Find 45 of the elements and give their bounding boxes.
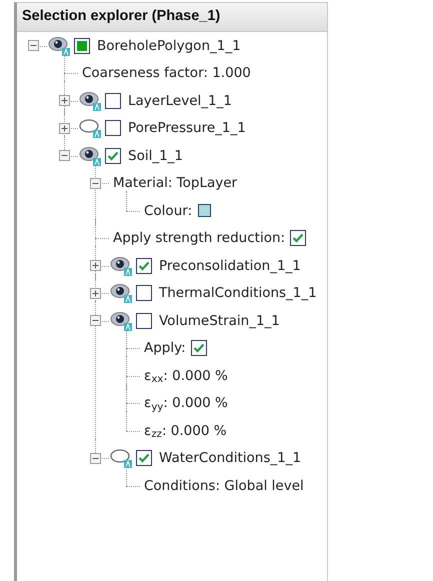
eye-outline-icon[interactable] bbox=[110, 448, 134, 468]
checkbox[interactable] bbox=[136, 258, 152, 274]
property-text: Conditions: Global level bbox=[144, 476, 304, 496]
node-label[interactable]: Material: TopLayer bbox=[113, 173, 238, 194]
eye-icon[interactable] bbox=[110, 256, 134, 276]
checkbox[interactable] bbox=[74, 38, 90, 54]
property-text: Apply strength reduction: bbox=[113, 229, 286, 248]
property-text: ε$_{xx}$: 0.000 % bbox=[144, 366, 228, 386]
node-label[interactable]: BoreholePolygon_1_1 bbox=[97, 36, 241, 56]
expand-toggle-icon[interactable] bbox=[90, 260, 100, 272]
eye-outline-icon[interactable] bbox=[79, 118, 103, 138]
checkbox[interactable] bbox=[105, 92, 121, 109]
node-label[interactable]: PorePressure_1_1 bbox=[128, 118, 246, 138]
node-label[interactable]: Soil_1_1 bbox=[128, 146, 184, 166]
collapse-toggle-icon[interactable] bbox=[28, 40, 38, 52]
checkbox[interactable] bbox=[290, 230, 306, 246]
node-label[interactable]: WaterConditions_1_1 bbox=[159, 448, 302, 468]
expand-toggle-icon[interactable] bbox=[58, 122, 70, 134]
property-text: ε$_{yy}$: 0.000 % bbox=[144, 394, 228, 414]
eye-icon[interactable] bbox=[110, 283, 134, 304]
collapse-toggle-icon[interactable] bbox=[90, 452, 100, 464]
property-text: Apply: bbox=[144, 339, 186, 358]
node-label[interactable]: VolumeStrain_1_1 bbox=[159, 310, 280, 331]
node-label[interactable]: ThermalConditions_1_1 bbox=[159, 283, 317, 304]
checkbox[interactable] bbox=[105, 120, 121, 136]
eye-icon[interactable] bbox=[79, 146, 103, 166]
collapse-toggle-icon[interactable] bbox=[90, 178, 100, 189]
node-label[interactable]: LayerLevel_1_1 bbox=[128, 90, 232, 111]
checkbox[interactable] bbox=[105, 148, 121, 164]
collapse-toggle-icon[interactable] bbox=[90, 315, 100, 326]
eye-icon[interactable] bbox=[110, 310, 134, 331]
property-text: ε$_{zz}$: 0.000 % bbox=[144, 422, 227, 441]
panel-title: Selection explorer (Phase_1) bbox=[17, 3, 327, 32]
checkbox[interactable] bbox=[136, 450, 152, 466]
eye-icon[interactable] bbox=[48, 36, 72, 56]
eye-icon[interactable] bbox=[79, 90, 103, 111]
node-label[interactable]: Preconsolidation_1_1 bbox=[159, 256, 301, 276]
collapse-toggle-icon[interactable] bbox=[58, 150, 70, 162]
expand-toggle-icon[interactable] bbox=[90, 288, 100, 299]
checkbox[interactable] bbox=[190, 340, 207, 356]
expand-toggle-icon[interactable] bbox=[58, 95, 70, 106]
property-text: Colour: bbox=[144, 202, 192, 221]
checkbox[interactable] bbox=[136, 285, 152, 302]
property-text: Coarseness factor: 1.000 bbox=[82, 64, 251, 84]
checkbox[interactable] bbox=[136, 312, 152, 329]
